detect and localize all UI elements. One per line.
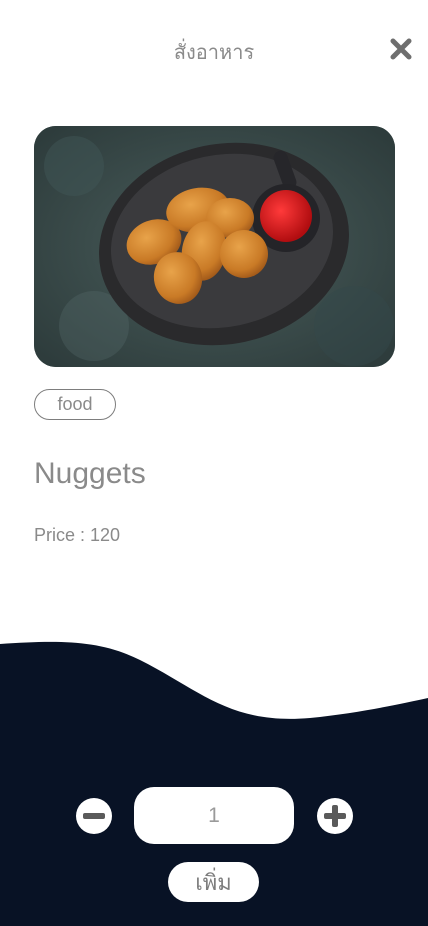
food-photo (34, 126, 395, 367)
decrease-quantity-button[interactable] (76, 798, 112, 834)
page-title: สั่งอาหาร (173, 40, 255, 64)
item-price: Price : 120 (34, 525, 121, 545)
item-name: Nuggets (34, 457, 146, 490)
plus-icon-bar-vertical (332, 805, 338, 827)
close-button[interactable] (389, 37, 413, 61)
increase-quantity-button[interactable] (317, 798, 353, 834)
category-badge: food (34, 389, 116, 420)
close-icon (390, 38, 412, 60)
order-screen: สั่งอาหาร food Nuggets Price: 120 1 เพิ… (0, 0, 428, 926)
food-image (34, 126, 395, 367)
add-button[interactable]: เพิ่ม (168, 862, 259, 902)
minus-icon-bar (83, 813, 105, 819)
quantity-field[interactable]: 1 (134, 787, 294, 844)
